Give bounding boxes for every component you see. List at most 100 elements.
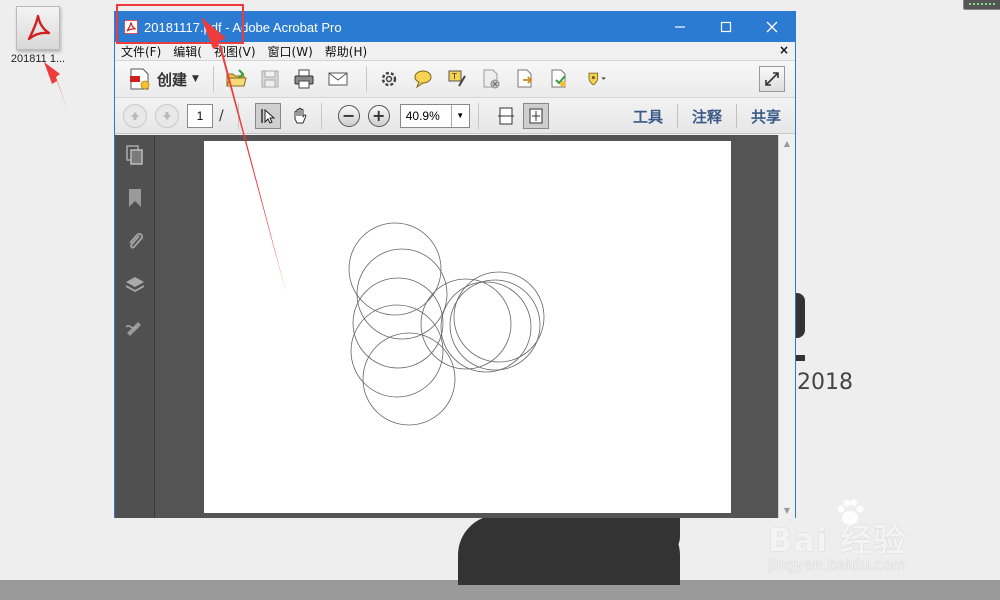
minimize-button[interactable]: [657, 12, 703, 42]
drawn-circle: [440, 281, 532, 373]
highlight-icon: T: [448, 70, 466, 87]
tab-share[interactable]: 共享: [735, 104, 795, 128]
toolbar-separator: [212, 66, 214, 92]
delete-pages-button[interactable]: [477, 65, 505, 93]
gear-icon: [381, 71, 397, 87]
zoom-select[interactable]: 40.9% ▼: [399, 103, 470, 128]
export-button[interactable]: [511, 65, 539, 93]
toolbar-separator: [237, 102, 239, 129]
scroll-mode-button[interactable]: [493, 103, 519, 129]
protect-button[interactable]: [579, 65, 615, 93]
acrobat-file-icon: [16, 6, 60, 50]
cursor-select-icon: [260, 108, 276, 124]
baidu-paw-icon: [837, 499, 864, 525]
desktop-wallpaper-shape: [795, 293, 805, 338]
sign-icon: [551, 69, 566, 88]
arrow-up-icon: [131, 111, 139, 120]
arrow-down-icon: [163, 111, 171, 120]
chevron-down-icon[interactable]: ▼: [450, 104, 469, 127]
sign-button[interactable]: [545, 65, 573, 93]
signatures-button[interactable]: [123, 315, 147, 339]
export-icon: [517, 69, 533, 88]
page-count-separator: /: [219, 107, 224, 124]
system-tray-battery-icon[interactable]: [963, 0, 1000, 10]
page-number-input[interactable]: 1: [187, 103, 213, 128]
bookmarks-button[interactable]: [123, 186, 147, 210]
drawn-circle: [449, 279, 541, 371]
baidu-watermark-url: jingyan.baidu.com: [768, 556, 907, 574]
expand-icon: [765, 72, 779, 86]
email-icon: [328, 72, 348, 86]
drawn-circle: [362, 332, 456, 426]
next-page-button[interactable]: [155, 103, 179, 128]
print-button[interactable]: [290, 65, 318, 93]
delete-file-icon: [483, 69, 500, 89]
menu-help[interactable]: 帮助(H): [319, 43, 373, 60]
acrobat-window: 20181117.pdf - Adobe Acrobat Pro 文件(F) 编…: [114, 11, 796, 518]
scroll-up-arrow[interactable]: ▲: [779, 135, 795, 151]
page-thumbnails-button[interactable]: [123, 143, 147, 167]
menu-edit[interactable]: 编辑(: [167, 43, 208, 60]
desktop-wallpaper-year: 2018: [797, 370, 853, 395]
minimize-icon: [675, 26, 685, 28]
save-button[interactable]: [256, 65, 284, 93]
toolbar-separator: [477, 102, 479, 129]
menu-file[interactable]: 文件(F): [115, 43, 167, 60]
comment-button[interactable]: [409, 65, 437, 93]
close-button[interactable]: [749, 12, 795, 42]
zoom-out-button[interactable]: −: [337, 104, 360, 127]
select-tool-button[interactable]: [254, 102, 281, 129]
create-button[interactable]: 创建 ▼: [123, 64, 205, 94]
chevron-down-icon: ▼: [192, 74, 199, 84]
main-toolbar: 创建 ▼ T: [115, 60, 795, 98]
svg-text:T: T: [451, 72, 457, 81]
paperclip-icon: [128, 233, 143, 249]
scroll-down-arrow[interactable]: ▼: [779, 502, 795, 518]
stamp-icon: [588, 72, 606, 86]
signature-pen-icon: [124, 322, 141, 336]
previous-page-button[interactable]: [123, 103, 147, 128]
settings-button[interactable]: [375, 65, 403, 93]
close-icon: [766, 21, 778, 33]
create-label: 创建: [157, 70, 188, 89]
desktop-wallpaper-dash: [795, 355, 805, 361]
navigation-toolbar: 1 / − + 40.9% ▼ 工具 注释 共享: [115, 98, 795, 134]
create-pdf-icon: [130, 68, 150, 90]
print-icon: [294, 69, 314, 89]
document-close-button[interactable]: ×: [779, 43, 789, 57]
zoom-in-button[interactable]: +: [367, 104, 390, 127]
pdf-page: [204, 141, 731, 513]
maximize-button[interactable]: [703, 12, 749, 42]
open-button[interactable]: [222, 65, 250, 93]
tab-tools[interactable]: 工具: [619, 104, 677, 128]
tab-comment[interactable]: 注释: [676, 104, 736, 128]
bookmark-icon: [128, 189, 141, 207]
menu-view[interactable]: 视图(V): [208, 43, 262, 60]
save-icon: [261, 70, 279, 88]
vertical-scrollbar[interactable]: ▲ ▼: [778, 135, 795, 518]
acrobat-app-icon: [124, 20, 138, 34]
highlight-button[interactable]: T: [443, 65, 471, 93]
desktop-pdf-file-icon[interactable]: 201811 1...: [2, 6, 74, 76]
menu-bar: 文件(F) 编辑( 视图(V) 窗口(W) 帮助(H) ×: [115, 42, 795, 60]
fit-width-icon: [497, 107, 514, 124]
menu-window[interactable]: 窗口(W): [262, 43, 319, 60]
maximize-icon: [720, 21, 732, 33]
email-button[interactable]: [324, 65, 352, 93]
task-pane-tabs: 工具 注释 共享: [619, 98, 795, 134]
hand-icon: [294, 107, 307, 123]
window-titlebar[interactable]: 20181117.pdf - Adobe Acrobat Pro: [115, 12, 795, 42]
drawn-circle: [352, 277, 444, 369]
circles-drawing: [348, 222, 545, 426]
document-view[interactable]: [155, 135, 778, 518]
navigation-pane: [115, 135, 155, 518]
fit-page-button[interactable]: [522, 102, 549, 129]
fullscreen-button[interactable]: [759, 66, 785, 92]
attachments-button[interactable]: [123, 229, 147, 253]
open-folder-icon: [226, 69, 247, 87]
layers-button[interactable]: [123, 272, 147, 296]
desktop-icon-label: 201811 1...: [10, 53, 66, 65]
hand-tool-button[interactable]: [287, 103, 313, 129]
fit-page-icon: [529, 108, 543, 123]
layers-icon: [125, 277, 144, 293]
